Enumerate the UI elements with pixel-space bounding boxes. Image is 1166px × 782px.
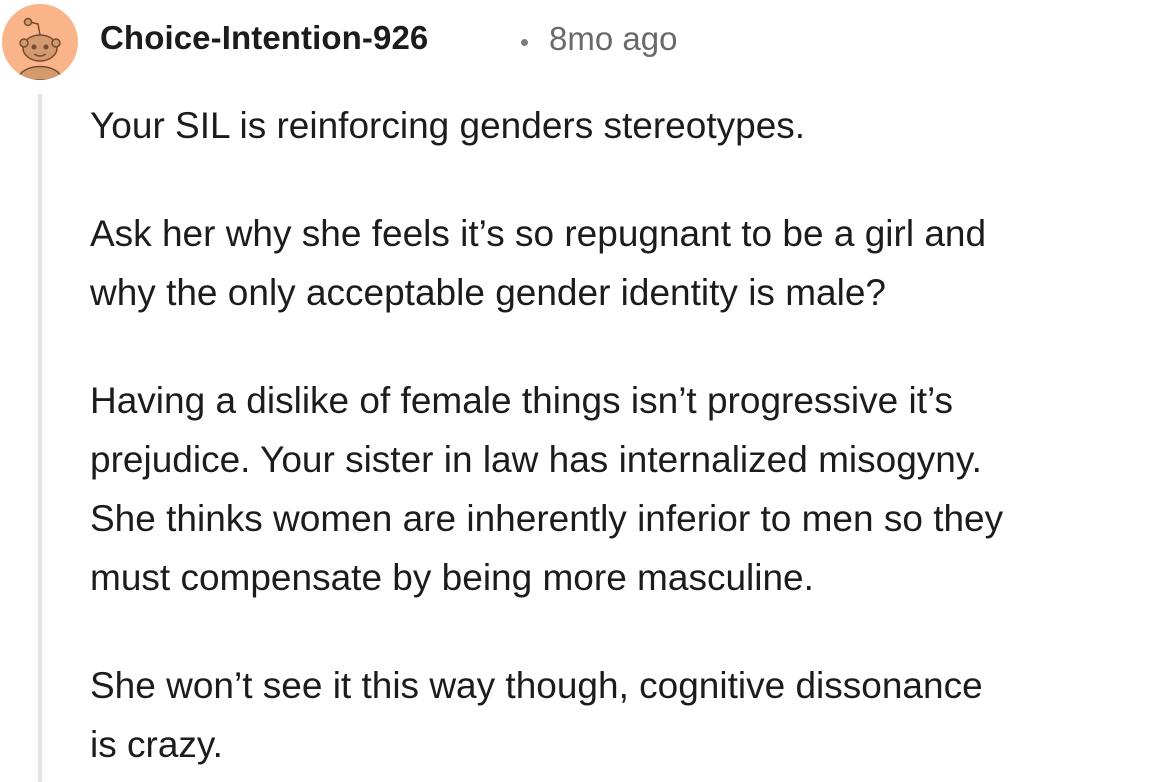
snoo-avatar-icon [2,4,78,80]
separator-dot [521,39,528,46]
comment-paragraph: Having a dislike of female things isn’t … [90,380,1004,598]
comment-timestamp[interactable]: 8mo ago [549,20,677,58]
comment: Choice-Intention-926 8mo ago Your SIL is… [0,0,1166,782]
comment-paragraph: Ask her why she feels it’s so repugnant … [90,213,987,313]
comment-paragraph: Your SIL is reinforcing genders stereoty… [90,105,806,146]
comment-paragraph: She won’t see it this way though, cognit… [90,665,983,765]
comment-author[interactable]: Choice-Intention-926 [100,19,428,57]
user-avatar[interactable] [2,4,78,80]
comment-body: Your SIL is reinforcing genders stereoty… [90,96,1166,774]
thread-collapse-line[interactable] [38,94,42,782]
